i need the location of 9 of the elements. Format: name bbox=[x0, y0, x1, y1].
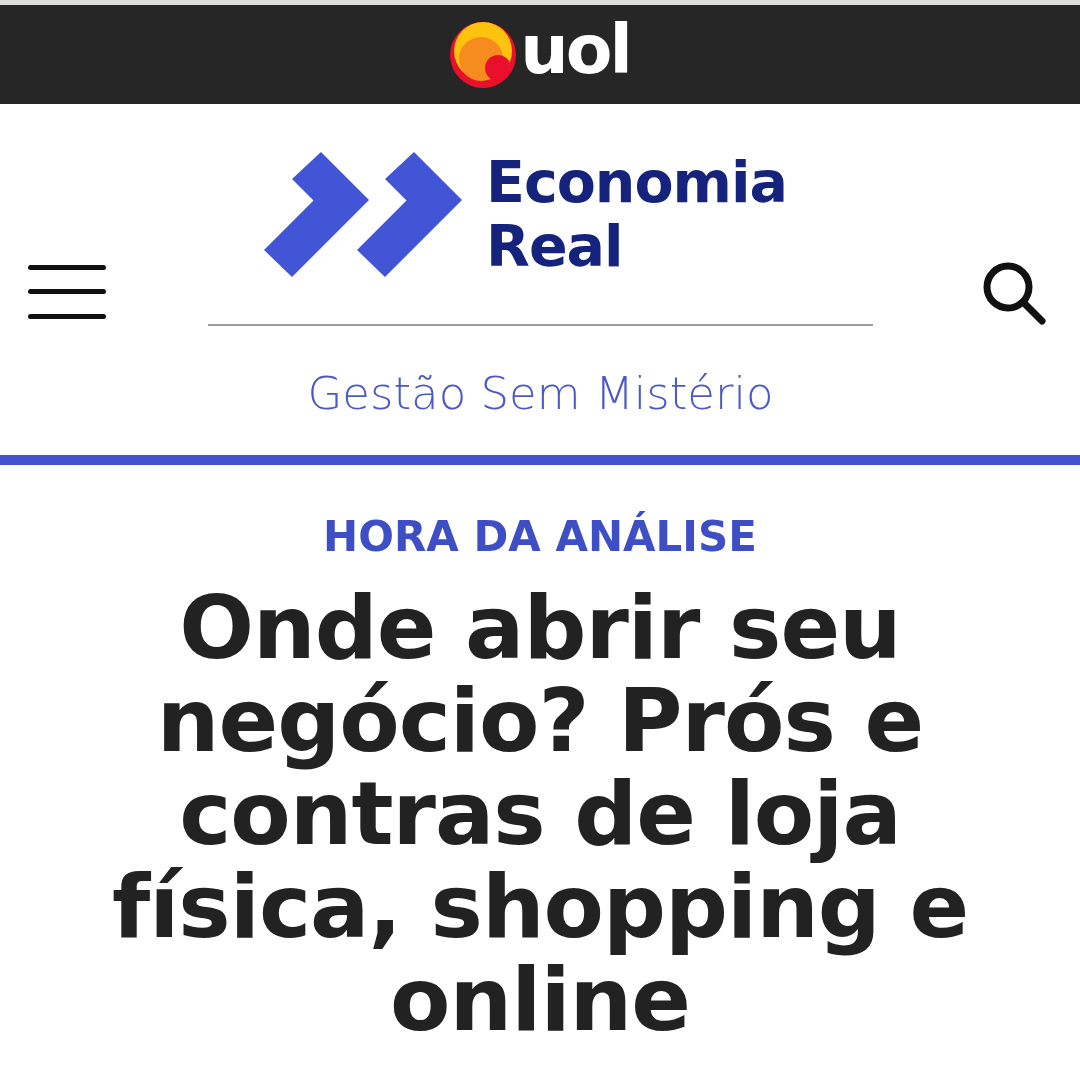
brand-name[interactable]: Economia Real bbox=[486, 150, 787, 278]
circle-logo-icon[interactable] bbox=[450, 21, 517, 88]
section-label[interactable]: HORA DA ANÁLISE bbox=[323, 511, 757, 563]
logo-text[interactable]: uol bbox=[520, 15, 630, 94]
menu-icon[interactable] bbox=[28, 265, 106, 319]
tagline: Gestão Sem Mistério bbox=[307, 366, 774, 422]
search-icon[interactable] bbox=[982, 261, 1046, 325]
double-chevron-logo-icon bbox=[264, 151, 462, 277]
headline: Onde abrir seu negócio? Prós e contras de loja física, shopping e online bbox=[110, 581, 970, 1046]
